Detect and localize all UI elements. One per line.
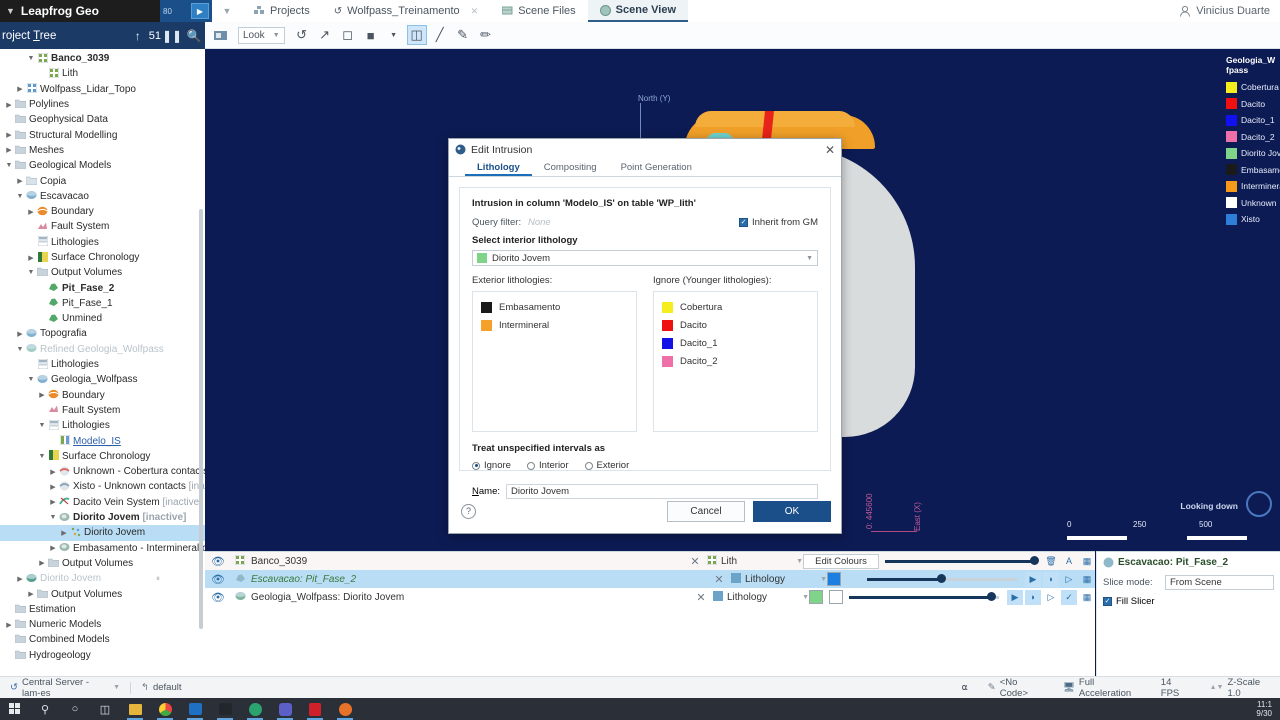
exterior-list[interactable]: Embasamento Intermineral [472, 291, 637, 432]
lithology-columns: Exterior lithologies: Embasamento Intermi… [472, 275, 818, 432]
close-icon[interactable]: ✕ [825, 143, 835, 157]
radio-label: Ignore [484, 460, 511, 471]
tab-compositing[interactable]: Compositing [532, 160, 609, 176]
dialog-tab-strip: Lithology Compositing Point Generation [449, 160, 841, 177]
lithology-swatch [477, 253, 487, 263]
select-interior-label: Select interior lithology [472, 235, 578, 246]
lithology-swatch [662, 301, 673, 313]
radio-ignore[interactable]: Ignore [472, 460, 511, 471]
exterior-column: Exterior lithologies: Embasamento Intermi… [472, 275, 637, 432]
dialog-title-bar: Edit Intrusion ✕ [449, 139, 841, 160]
chevron-down-icon: ▼ [806, 254, 813, 262]
lithology-label: Dacito_1 [680, 337, 718, 349]
lithology-swatch [662, 337, 673, 349]
lithology-item[interactable]: Dacito [662, 316, 809, 334]
app-icon [455, 144, 466, 155]
tab-point-generation[interactable]: Point Generation [609, 160, 704, 176]
lithology-swatch [481, 301, 492, 313]
radio-interior[interactable]: Interior [526, 460, 569, 471]
dialog-body: Intrusion in column 'Modelo_IS' on table… [459, 187, 831, 499]
lithology-swatch [662, 319, 673, 331]
checkbox-icon: ✓ [739, 218, 748, 227]
radio-exterior[interactable]: Exterior [584, 460, 630, 471]
tab-lithology[interactable]: Lithology [465, 160, 532, 176]
lithology-label: Dacito [680, 319, 707, 331]
query-filter-label: Query filter: [472, 217, 522, 228]
dialog-footer: ? Cancel OK [449, 489, 843, 533]
query-filter-row: Query filter: None ✓ Inherit from GM [472, 217, 818, 228]
exterior-label: Exterior lithologies: [472, 275, 553, 286]
radio-icon [584, 461, 593, 470]
cancel-button[interactable]: Cancel [667, 500, 745, 522]
intrusion-heading: Intrusion in column 'Modelo_IS' on table… [472, 198, 696, 209]
lithology-item[interactable]: Cobertura [662, 298, 809, 316]
treat-radio-group: Ignore Interior Exterior [472, 460, 818, 471]
radio-icon [526, 461, 535, 470]
interior-lithology-select[interactable]: Diorito Jovem ▼ [472, 250, 818, 266]
modal-overlay: Edit Intrusion ✕ Lithology Compositing P… [0, 0, 1280, 720]
help-icon[interactable]: ? [461, 503, 476, 519]
radio-label: Interior [538, 460, 569, 471]
ignore-list[interactable]: Cobertura Dacito Dacito_1 Dacito_2 [653, 291, 818, 432]
lithology-item[interactable]: Dacito_2 [662, 352, 809, 370]
radio-icon [472, 461, 480, 470]
radio-label: Exterior [596, 460, 630, 471]
lithology-item[interactable]: Embasamento [481, 298, 628, 316]
query-filter-value[interactable]: None [528, 217, 551, 228]
lithology-label: Intermineral [499, 319, 550, 331]
ignore-column: Ignore (Younger lithologies): Cobertura D… [653, 275, 818, 432]
lithology-label: Dacito_2 [680, 355, 718, 367]
ignore-label: Ignore (Younger lithologies): [653, 275, 772, 286]
interior-lithology-value: Diorito Jovem [492, 252, 551, 264]
lithology-label: Cobertura [680, 301, 723, 313]
treat-label: Treat unspecified intervals as [472, 443, 606, 454]
ok-button[interactable]: OK [753, 500, 831, 522]
lithology-swatch [662, 355, 673, 367]
inherit-from-gm-checkbox[interactable]: ✓ Inherit from GM [739, 217, 818, 228]
lithology-label: Embasamento [499, 301, 561, 313]
inherit-label: Inherit from GM [752, 217, 818, 228]
lithology-swatch [481, 319, 492, 331]
dialog-title: Edit Intrusion [471, 143, 533, 156]
edit-intrusion-dialog: Edit Intrusion ✕ Lithology Compositing P… [448, 138, 842, 534]
lithology-item[interactable]: Dacito_1 [662, 334, 809, 352]
lithology-item[interactable]: Intermineral [481, 316, 628, 334]
